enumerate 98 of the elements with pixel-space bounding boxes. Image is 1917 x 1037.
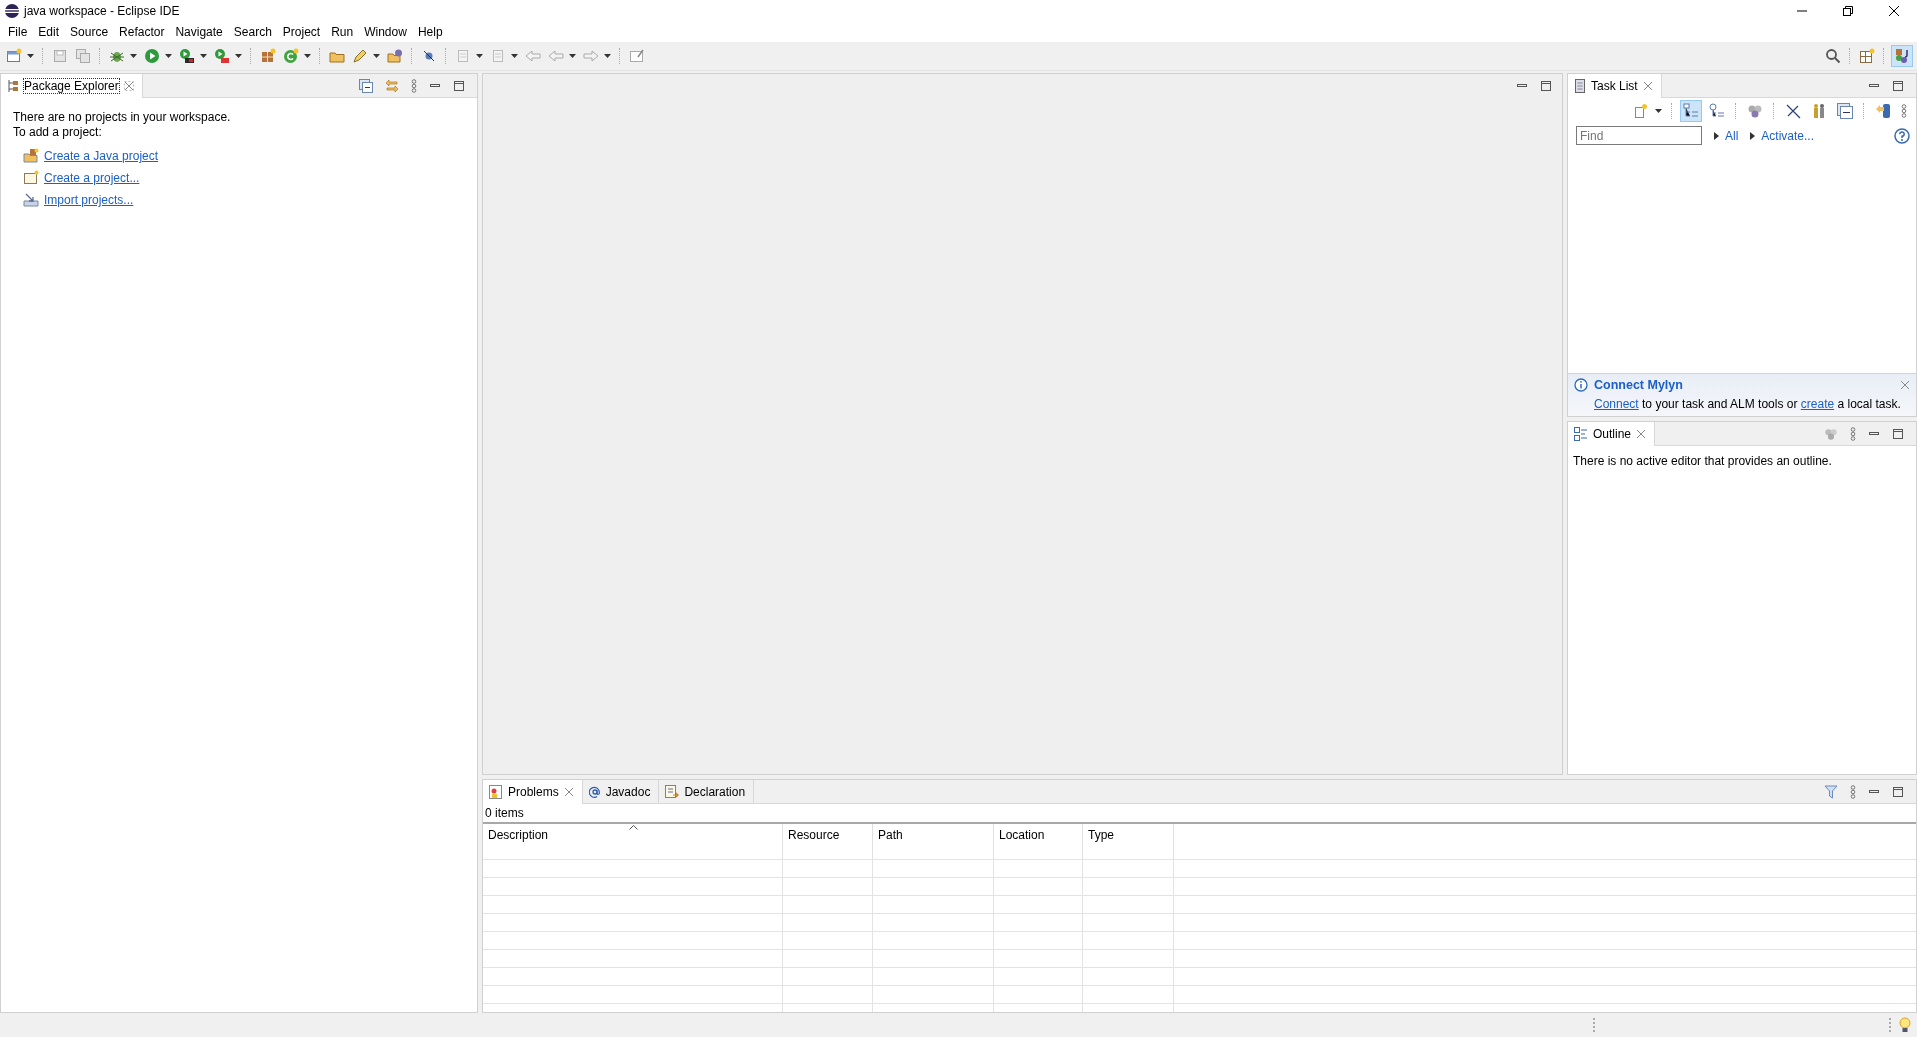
outline-icon: [1574, 427, 1588, 441]
view-menu-icon[interactable]: [1850, 426, 1856, 441]
view-tab[interactable]: Task List: [1568, 74, 1662, 98]
eclipse-logo-icon: [4, 3, 20, 19]
pen-icon[interactable]: [352, 48, 368, 64]
menu-item[interactable]: Source: [65, 25, 115, 39]
caret-icon[interactable]: [1655, 109, 1662, 113]
caret-icon[interactable]: [511, 54, 518, 58]
view-tab[interactable]: Javadoc: [582, 780, 660, 803]
menu-item[interactable]: Refactor: [114, 25, 171, 39]
collapse-all-icon[interactable]: [1837, 103, 1853, 119]
column-header[interactable]: Path: [873, 824, 994, 859]
column-header[interactable]: Description: [483, 824, 783, 859]
problems-icon: [489, 785, 503, 799]
column-header[interactable]: Type: [1083, 824, 1174, 859]
breakpoint-icon[interactable]: [421, 48, 437, 64]
triangle-icon: [1714, 131, 1719, 140]
caret-icon[interactable]: [130, 54, 137, 58]
view-tab[interactable]: Package Explorer: [1, 74, 143, 98]
coverage-icon[interactable]: [179, 48, 195, 64]
lightbulb-icon[interactable]: [1899, 1017, 1911, 1033]
package-icon[interactable]: [260, 48, 276, 64]
view-tab[interactable]: Outline: [1568, 422, 1656, 446]
info-icon: [1574, 378, 1588, 392]
caret-icon[interactable]: [476, 54, 483, 58]
menu-item[interactable]: Help: [412, 25, 449, 39]
maximize-icon[interactable]: [1892, 427, 1904, 440]
link[interactable]: Create a Java project: [44, 149, 159, 163]
clipboard-icon: [1574, 79, 1586, 93]
collapse-all-icon[interactable]: [359, 78, 373, 93]
menu-item[interactable]: Search: [228, 25, 278, 39]
menu-item[interactable]: Run: [326, 25, 360, 39]
caret-icon[interactable]: [569, 54, 576, 58]
link[interactable]: Create a project...: [44, 171, 140, 185]
view-tab[interactable]: Problems: [483, 780, 583, 804]
maximize-icon[interactable]: [1540, 80, 1552, 92]
menu-item[interactable]: Project: [277, 25, 327, 39]
filter-link[interactable]: All: [1725, 128, 1739, 143]
menu-item[interactable]: Edit: [33, 25, 66, 39]
filter-icon[interactable]: [1824, 784, 1838, 799]
at-sign-icon: [588, 785, 601, 798]
empty-message: There are no projects in your workspace.: [13, 110, 232, 125]
column-header[interactable]: Location: [994, 824, 1083, 859]
caret-icon[interactable]: [27, 54, 34, 58]
view-tab[interactable]: Declaration: [659, 780, 755, 803]
java-perspective-button[interactable]: [1891, 45, 1913, 67]
sync-icon[interactable]: [1875, 103, 1891, 119]
maximize-icon[interactable]: [1892, 79, 1904, 92]
triangle-icon: [1750, 131, 1756, 140]
new-java-project-icon: [23, 148, 39, 164]
import-icon: [23, 192, 39, 208]
view-menu-icon[interactable]: [1850, 784, 1856, 799]
notification-text: Connect to your task and ALM tools or create a local task.: [1593, 397, 1902, 411]
pin-icon[interactable]: [629, 48, 645, 64]
menu-item[interactable]: Window: [359, 25, 413, 39]
notification-title: Connect Mylyn: [1594, 378, 1683, 392]
new-project-icon: [23, 170, 39, 186]
search-icon[interactable]: [1825, 48, 1841, 64]
hierarchy-icon: [7, 79, 19, 93]
java-perspective-icon: [1894, 48, 1910, 64]
link[interactable]: create: [1800, 397, 1835, 411]
scheduled-icon[interactable]: [1709, 103, 1725, 119]
open-folder-icon[interactable]: [387, 48, 403, 64]
view-menu-icon[interactable]: [1901, 104, 1907, 118]
toolbox-icon[interactable]: [214, 48, 230, 64]
new-window-icon[interactable]: [6, 48, 22, 64]
empty-message: To add a project:: [13, 125, 103, 140]
outline-message: There is no active editor that provides an outline.: [1572, 453, 1833, 470]
help-icon[interactable]: [1894, 127, 1910, 144]
view-menu-icon[interactable]: [411, 78, 417, 93]
caret-icon[interactable]: [304, 54, 311, 58]
hide-completed-icon[interactable]: [1785, 103, 1801, 119]
caret-icon[interactable]: [200, 54, 207, 58]
declaration-icon: [665, 784, 680, 799]
link[interactable]: Connect: [1594, 397, 1639, 411]
open-perspective-icon[interactable]: [1859, 48, 1875, 64]
caret-icon[interactable]: [235, 54, 242, 58]
categorized-button[interactable]: [1680, 100, 1702, 122]
window-title: java workspace - Eclipse IDE: [24, 4, 180, 18]
menu-item[interactable]: File: [3, 25, 34, 39]
maximize-icon[interactable]: [453, 79, 465, 92]
filter-link[interactable]: Activate...: [1761, 128, 1815, 143]
caret-icon[interactable]: [165, 54, 172, 58]
new-class-icon[interactable]: [283, 48, 299, 64]
restore-icon[interactable]: [1842, 5, 1854, 17]
close-icon[interactable]: [1888, 5, 1900, 17]
new-task-icon[interactable]: [1634, 103, 1648, 119]
caret-icon[interactable]: [373, 54, 380, 58]
people-icon[interactable]: [1811, 103, 1827, 119]
menu-item[interactable]: Navigate: [170, 25, 229, 39]
find-field[interactable]: Find: [1576, 126, 1702, 145]
column-header[interactable]: Resource: [783, 824, 873, 859]
link[interactable]: Import projects...: [44, 193, 134, 207]
item-count: 0 items: [484, 805, 525, 822]
maximize-icon[interactable]: [1892, 785, 1904, 798]
focus-icon[interactable]: [1747, 103, 1763, 119]
caret-icon[interactable]: [604, 54, 611, 58]
run-icon[interactable]: [144, 48, 160, 64]
